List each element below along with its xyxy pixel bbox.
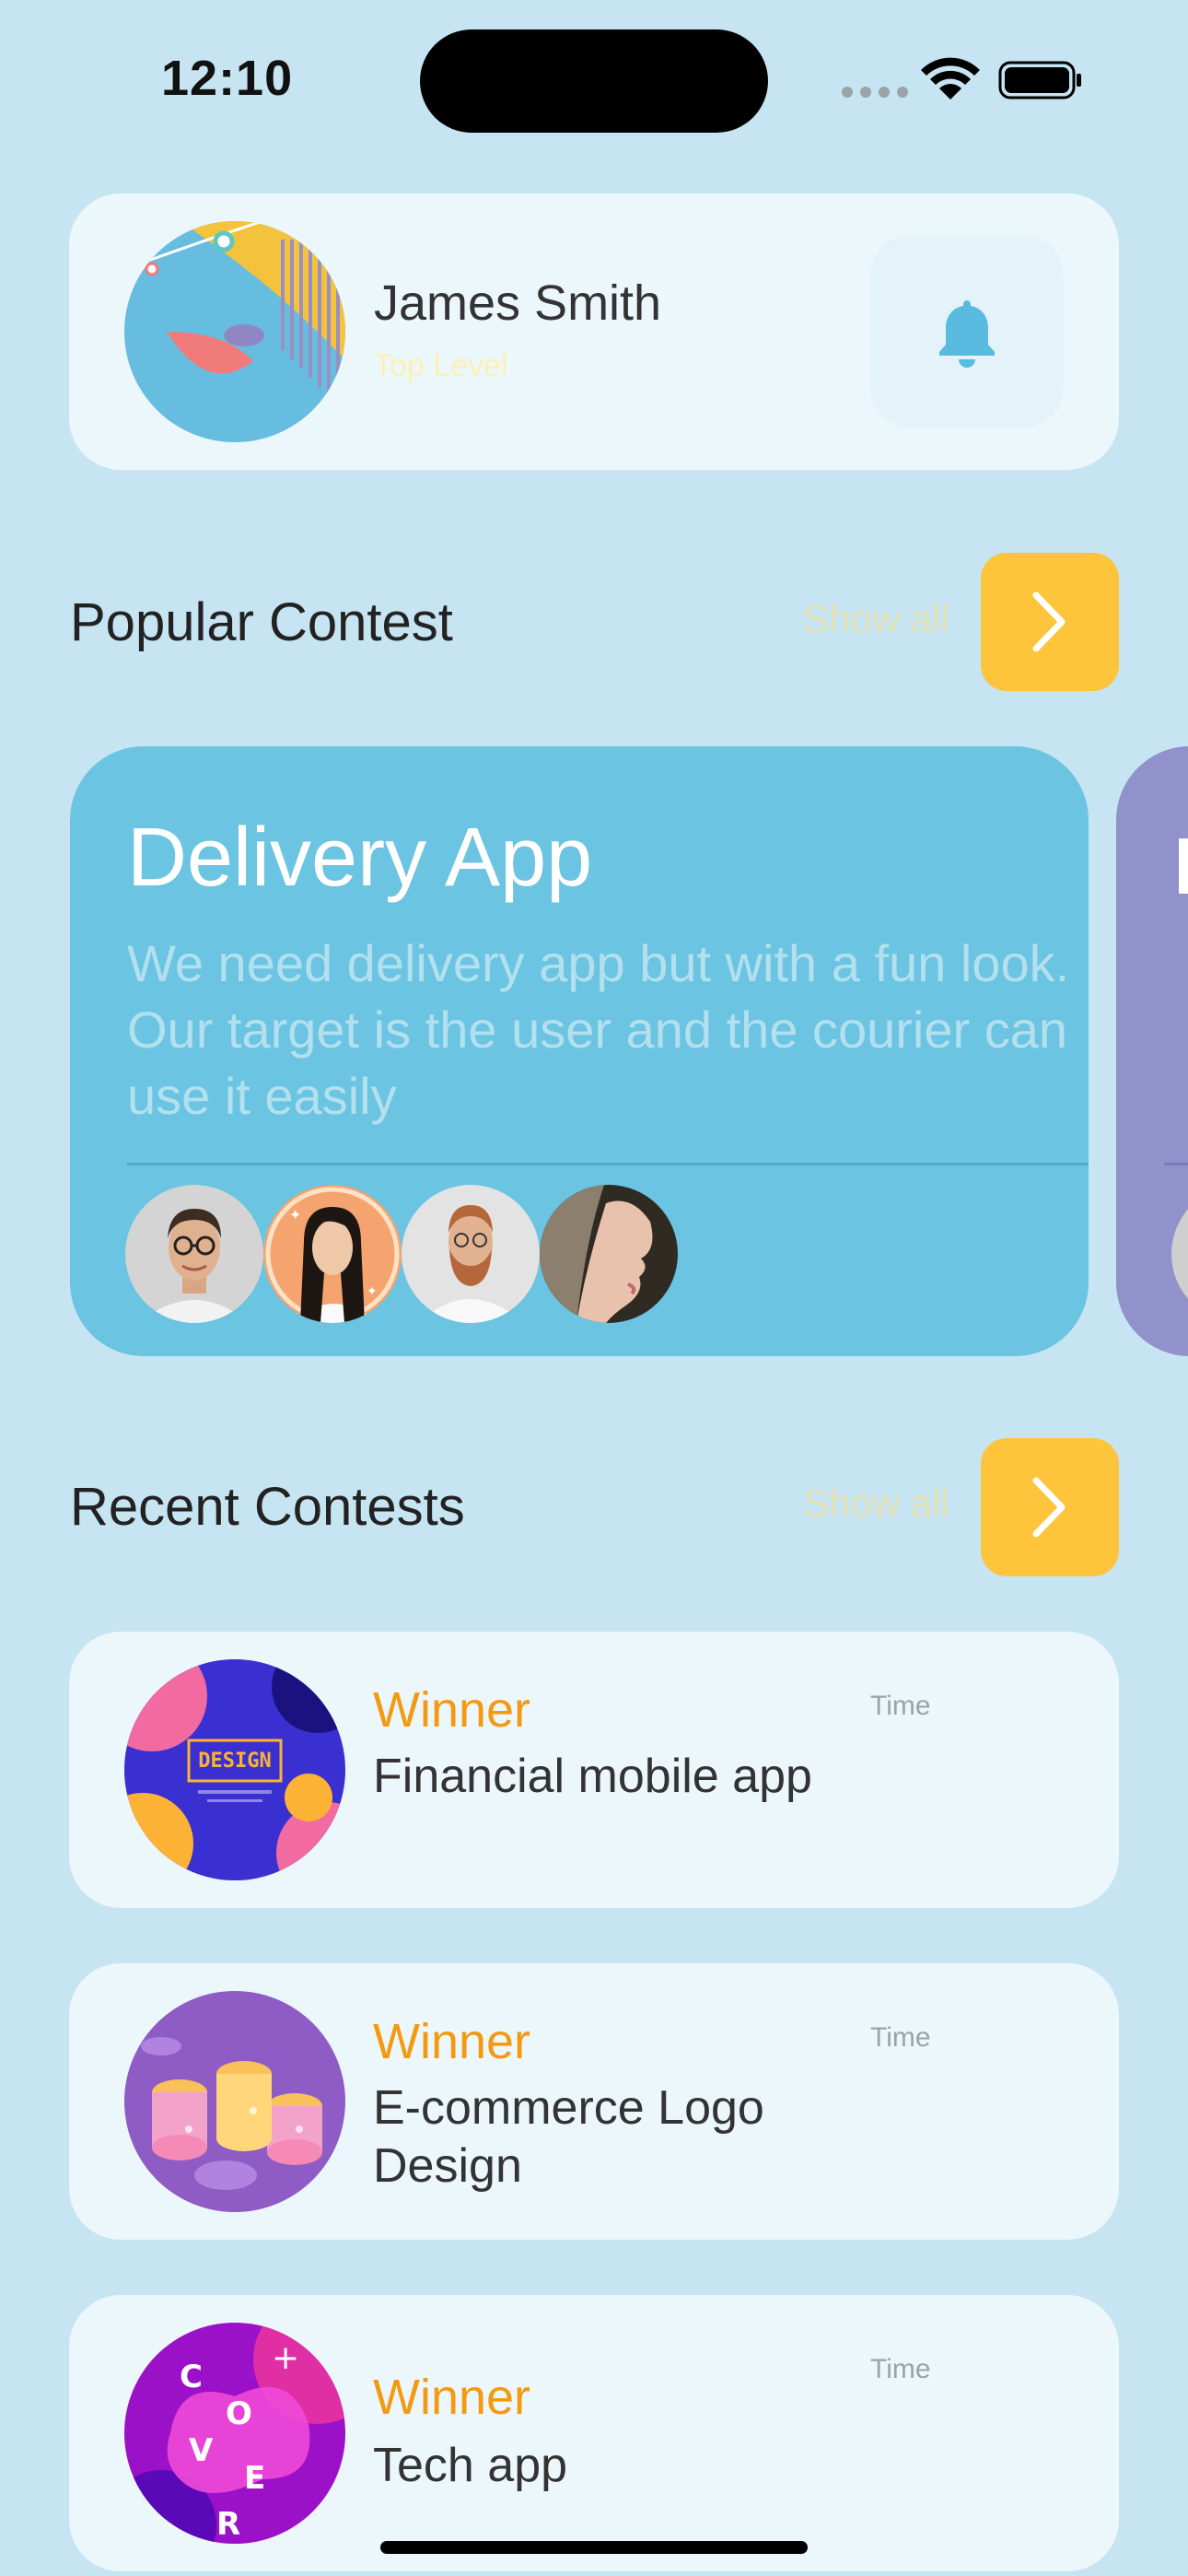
- participant-avatar[interactable]: [540, 1185, 678, 1323]
- contest-thumbnail: DESIGN: [124, 1659, 345, 1880]
- avatar[interactable]: [124, 221, 345, 442]
- dynamic-island: [420, 29, 768, 133]
- next-card-divider: [1164, 1163, 1188, 1165]
- next-card-title-fragment: [1179, 838, 1188, 894]
- svg-text:O: O: [226, 2395, 252, 2432]
- svg-text:✦: ✦: [367, 1284, 378, 1299]
- profile-card[interactable]: James Smith Top Level: [69, 193, 1119, 470]
- popular-section-title: Popular Contest: [70, 592, 453, 652]
- participant-avatar[interactable]: ✦ ✦: [263, 1185, 402, 1323]
- contest-name: Tech app: [373, 2439, 568, 2492]
- contest-name: E-commerce Logo Design: [373, 2081, 764, 2193]
- recent-section-title: Recent Contests: [70, 1477, 465, 1537]
- svg-text:+: +: [272, 2339, 299, 2377]
- profile-level: Top Level: [374, 348, 508, 383]
- battery-icon: [998, 61, 1081, 100]
- status-time: 12:10: [161, 51, 294, 106]
- contest-time: Time: [870, 2022, 931, 2053]
- participant-avatar: [1171, 1185, 1188, 1323]
- home-screen: 12:10 James Smith Top Level Popular Cont…: [0, 0, 1188, 2576]
- svg-text:E: E: [244, 2460, 265, 2497]
- contest-time: Time: [870, 1691, 931, 1721]
- svg-text:R: R: [216, 2506, 240, 2543]
- contest-description: We need delivery app but with a fun look…: [127, 934, 1070, 1125]
- recent-show-all-link[interactable]: Show all: [803, 1481, 949, 1526]
- contest-card-next[interactable]: [1116, 746, 1188, 1356]
- recent-contest-item[interactable]: COVER + Winner Tech app Time: [69, 2295, 1119, 2571]
- popular-show-all-button[interactable]: [981, 553, 1119, 691]
- participant-avatar[interactable]: [402, 1185, 540, 1323]
- winner-label: Winner: [373, 1682, 531, 1738]
- cellular-signal-icon: [842, 87, 908, 98]
- svg-text:V: V: [189, 2432, 214, 2469]
- contest-divider: [127, 1163, 1089, 1165]
- contest-title: Delivery App: [127, 812, 593, 904]
- svg-text:✦: ✦: [289, 1206, 301, 1224]
- participant-avatar[interactable]: [125, 1185, 263, 1323]
- winner-label: Winner: [373, 2370, 531, 2425]
- svg-text:DESIGN: DESIGN: [198, 1750, 271, 1773]
- notifications-button[interactable]: [870, 235, 1064, 428]
- chevron-right-icon: [1032, 591, 1066, 652]
- home-indicator[interactable]: [380, 2541, 808, 2554]
- recent-contest-item[interactable]: Winner E-commerce Logo Design Time: [69, 1963, 1119, 2240]
- winner-label: Winner: [373, 2014, 531, 2069]
- svg-text:C: C: [180, 2359, 203, 2395]
- contest-name: Financial mobile app: [373, 1750, 812, 1803]
- contest-thumbnail: [124, 1991, 345, 2212]
- bell-icon: [939, 300, 995, 368]
- contest-card[interactable]: Delivery App We need delivery app but wi…: [70, 746, 1089, 1356]
- popular-show-all-link[interactable]: Show all: [803, 597, 949, 641]
- profile-name: James Smith: [374, 275, 662, 331]
- recent-contest-item[interactable]: DESIGN Winner Financial mobile app Time: [69, 1632, 1119, 1908]
- contest-thumbnail: COVER +: [124, 2323, 345, 2544]
- contest-time: Time: [870, 2354, 931, 2384]
- wifi-icon: [921, 57, 980, 100]
- recent-show-all-button[interactable]: [981, 1438, 1119, 1576]
- chevron-right-icon: [1032, 1477, 1066, 1538]
